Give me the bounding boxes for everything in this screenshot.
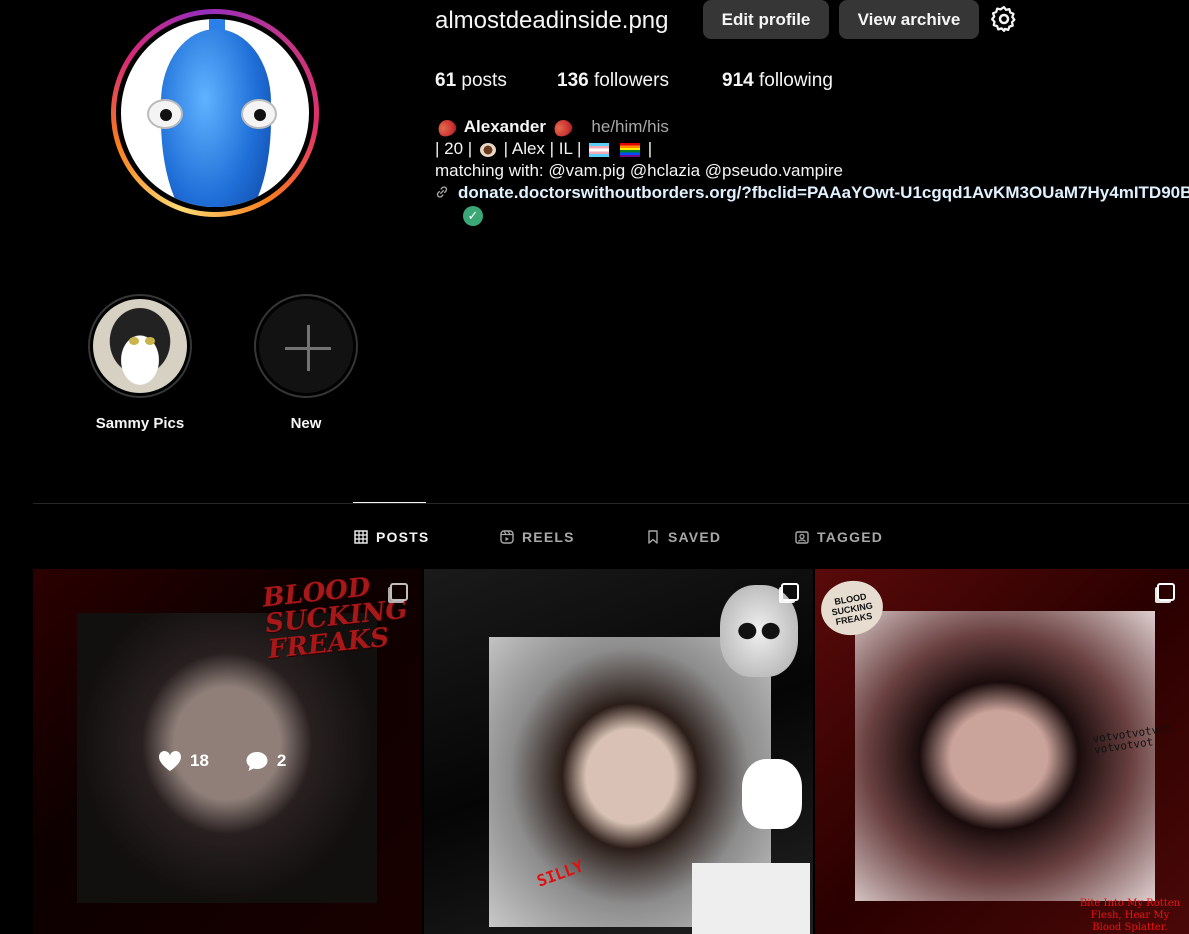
tab-label: TAGGED	[817, 529, 884, 545]
verified-check-icon: ✓	[463, 206, 483, 226]
bio-link[interactable]: donate.doctorswithoutborders.org/?fbclid…	[435, 182, 1189, 204]
likes-value: 18	[190, 751, 209, 770]
coffee-emoji-icon	[479, 142, 496, 157]
highlight-label: New	[290, 415, 322, 432]
tab-label: REELS	[522, 529, 575, 545]
comment-icon	[246, 752, 268, 771]
pronouns: he/him/his	[591, 117, 669, 136]
highlight-new[interactable]: New	[252, 294, 360, 432]
tab-tagged[interactable]: TAGGED	[795, 527, 883, 547]
post-engagement: 18 2	[158, 750, 286, 772]
rainbow-flag-icon	[619, 142, 640, 157]
newspaper-clipping	[692, 863, 810, 934]
multiple-posts-icon	[1157, 583, 1175, 601]
bookmark-icon	[648, 530, 658, 544]
cat-eye-right	[145, 337, 155, 345]
following-link[interactable]: 914 following	[722, 70, 833, 92]
bio-age: | 20 |	[435, 139, 473, 158]
bio-name-location: | Alex | IL |	[503, 139, 582, 158]
bio-matching-line: matching with: @vam.pig @hclazia @pseudo…	[435, 161, 843, 180]
tab-label: SAVED	[668, 529, 722, 545]
plus-icon-vertical	[307, 325, 310, 371]
cat-eye-left	[129, 337, 139, 345]
trans-flag-icon	[589, 142, 610, 157]
post-tile[interactable]: SILLY	[424, 569, 813, 934]
comments-count: 2	[245, 750, 286, 772]
reels-icon	[500, 530, 514, 544]
likes-count: 18	[158, 750, 209, 772]
heart-icon	[158, 750, 182, 771]
cat-sticker	[742, 759, 802, 829]
bio-details-line: | 20 | | Alex | IL | |	[435, 138, 1189, 160]
heart-emoji-icon	[435, 116, 459, 139]
avatar-eye-right	[241, 99, 277, 129]
highlight-new-circle	[254, 294, 358, 398]
tab-label: POSTS	[376, 529, 430, 545]
post-tile[interactable]: BLOOD SUCKING FREAKS votvotvotvot votvot…	[815, 569, 1189, 934]
edit-profile-button[interactable]: Edit profile	[703, 0, 829, 39]
avatar-image	[121, 19, 309, 207]
avatar-border	[116, 14, 314, 212]
highlight-sammy-pics[interactable]: Sammy Pics	[86, 294, 194, 432]
profile-avatar[interactable]	[111, 9, 319, 217]
tagged-user-icon	[795, 531, 809, 544]
bio-name-line: Alexander he/him/his	[435, 116, 1189, 139]
grid-icon	[354, 530, 368, 544]
highlight-new-inner	[259, 299, 353, 393]
posts-count: 61 posts	[435, 70, 507, 91]
post-image	[855, 611, 1155, 901]
tab-saved[interactable]: SAVED	[646, 527, 721, 547]
post-caption-overlay: Bite Into My Rotten Flesh, Hear My Blood…	[1079, 898, 1181, 933]
highlight-cover-image	[93, 299, 187, 393]
bio-link-text[interactable]: donate.doctorswithoutborders.org/?fbclid…	[458, 183, 1189, 202]
highlight-cover	[88, 294, 192, 398]
followers-link[interactable]: 136 followers	[557, 70, 669, 92]
avatar-eye-left	[147, 99, 183, 129]
gear-icon[interactable]	[989, 4, 1019, 34]
multiple-posts-icon	[781, 583, 799, 601]
active-tab-indicator	[353, 502, 426, 503]
username: almostdeadinside.png	[435, 7, 669, 34]
bio-separator: |	[647, 139, 653, 158]
post-tile[interactable]: BLOOD SUCKING FREAKS 18 2	[33, 569, 422, 934]
bio-verify-line: ✓	[435, 204, 1189, 226]
view-archive-button[interactable]: View archive	[839, 0, 979, 39]
cat-photo	[93, 299, 187, 393]
display-name: Alexander	[463, 117, 546, 136]
profile-bio: Alexander he/him/his | 20 | | Alex | IL …	[435, 116, 1189, 226]
tab-posts[interactable]: POSTS	[354, 527, 429, 547]
tabs-divider	[33, 503, 1189, 504]
heart-emoji-icon	[551, 116, 575, 139]
tab-reels[interactable]: REELS	[500, 527, 575, 547]
highlight-label: Sammy Pics	[95, 415, 185, 432]
link-icon	[436, 186, 448, 198]
comments-value: 2	[276, 751, 287, 770]
